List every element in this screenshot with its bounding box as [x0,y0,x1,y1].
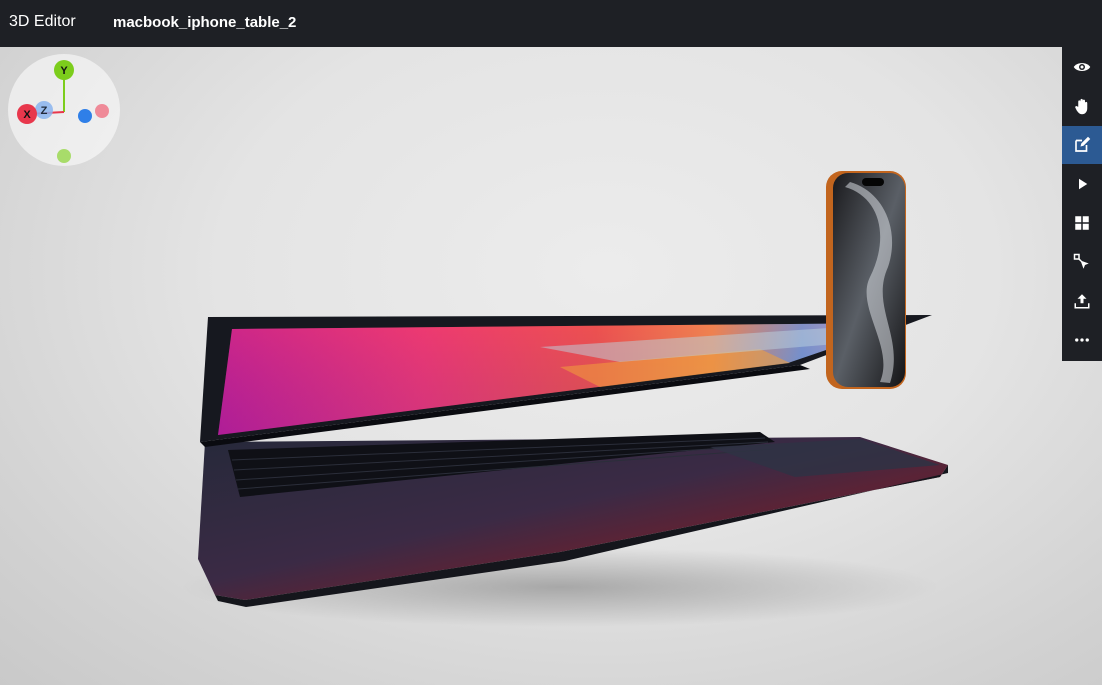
view-button[interactable] [1062,48,1102,86]
pan-button[interactable] [1062,87,1102,125]
neg-y-axis-handle[interactable] [57,149,71,163]
z-axis-label: Z [41,105,48,117]
move-cursor-icon [1073,253,1089,269]
3d-viewport[interactable]: Z Y X [0,47,1102,685]
scene-render [180,171,948,627]
neg-x-axis-handle[interactable] [95,104,109,118]
hand-icon [1075,98,1088,115]
more-button[interactable] [1062,321,1102,359]
app-title: 3D Editor [9,13,76,30]
play-icon [1079,178,1088,190]
top-bar: 3D Editor macbook_iphone_table_2 [0,0,1102,47]
grid-icon [1075,216,1089,230]
eye-icon [1073,63,1091,71]
file-name: macbook_iphone_table_2 [113,14,297,31]
play-button[interactable] [1062,165,1102,203]
axis-gizmo[interactable]: Z Y X [8,54,120,166]
edit-button[interactable] [1062,126,1102,164]
more-icon [1075,338,1089,342]
y-axis-label: Y [60,65,68,77]
upload-icon [1074,294,1090,309]
edit-icon [1075,136,1091,152]
neg-z-axis-handle[interactable] [78,109,92,123]
layout-button[interactable] [1062,204,1102,242]
right-toolbar [1062,47,1102,361]
x-axis-label: X [23,109,31,121]
export-button[interactable] [1062,282,1102,320]
iphone-model[interactable] [826,171,906,389]
transform-button[interactable] [1062,243,1102,281]
